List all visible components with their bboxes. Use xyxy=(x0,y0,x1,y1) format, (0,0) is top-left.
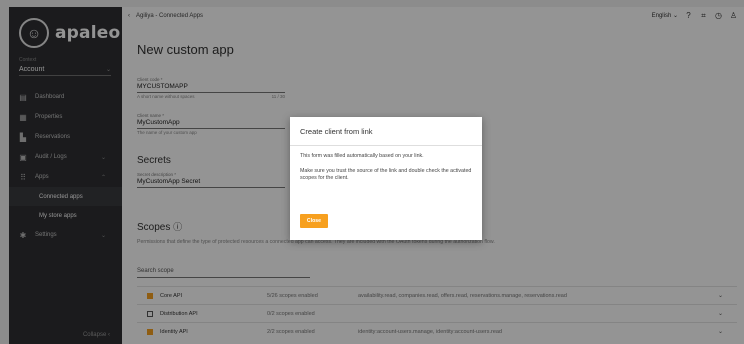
app-frame: ☺ apaleo Context Account ⌄ ▤ Dashboard ▦… xyxy=(0,0,744,344)
dialog-title: Create client from link xyxy=(300,127,373,136)
create-client-dialog: Create client from link This form was fi… xyxy=(290,117,482,240)
dialog-warning: Make sure you trust the source of the li… xyxy=(300,168,472,181)
dialog-divider xyxy=(290,145,482,146)
close-button[interactable]: Close xyxy=(300,214,328,228)
dialog-message: This form was filled automatically based… xyxy=(300,153,424,159)
